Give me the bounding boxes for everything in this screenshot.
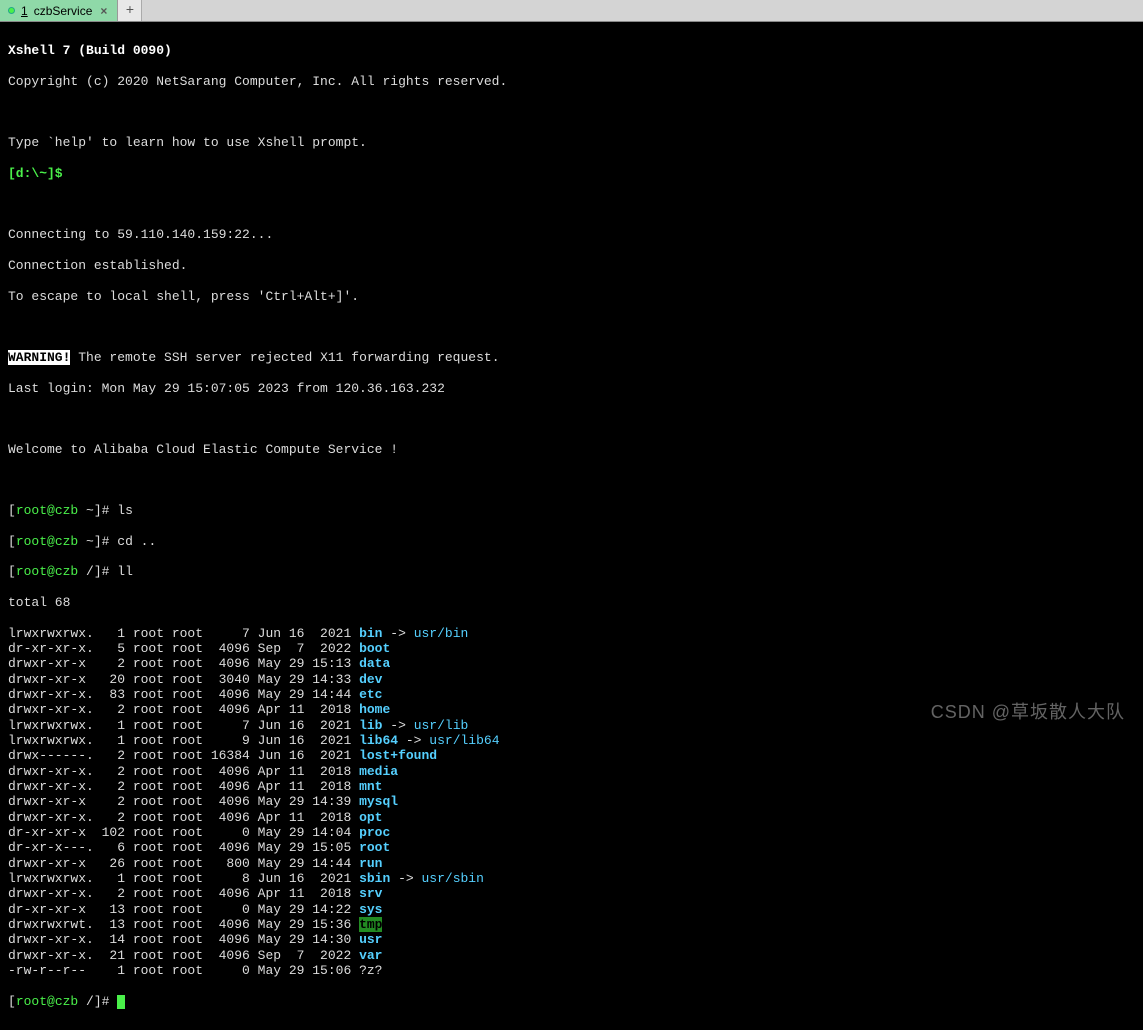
file-listing: lrwxrwxrwx. 1 root root 7 Jun 16 2021 bi… (8, 626, 1135, 979)
tab-number: 1 (21, 4, 28, 18)
list-item: lrwxrwxrwx. 1 root root 7 Jun 16 2021 bi… (8, 626, 1135, 641)
list-item: lrwxrwxrwx. 1 root root 8 Jun 16 2021 sb… (8, 871, 1135, 886)
list-item: drwxr-xr-x 26 root root 800 May 29 14:44… (8, 856, 1135, 871)
list-item: drwxr-xr-x 20 root root 3040 May 29 14:3… (8, 672, 1135, 687)
terminal-output[interactable]: Xshell 7 (Build 0090) Copyright (c) 2020… (0, 22, 1143, 1030)
plus-icon: + (126, 3, 134, 19)
list-item: drwxr-xr-x 2 root root 4096 May 29 15:13… (8, 656, 1135, 671)
warning-text: The remote SSH server rejected X11 forwa… (70, 350, 499, 365)
list-item: drwx------. 2 root root 16384 Jun 16 202… (8, 748, 1135, 763)
copyright-line: Copyright (c) 2020 NetSarang Computer, I… (8, 74, 1135, 89)
list-item: drwxr-xr-x 2 root root 4096 May 29 14:39… (8, 794, 1135, 809)
tab-session[interactable]: 1 czbService × (0, 0, 118, 21)
established-line: Connection established. (8, 258, 1135, 273)
prompt-line-2: [root@czb ~]# cd .. (8, 534, 1135, 549)
watermark-text: CSDN @草坂散人大队 (931, 698, 1125, 724)
warning-badge: WARNING! (8, 350, 70, 365)
prompt-line-4: [root@czb /]# (8, 994, 1135, 1009)
list-item: lrwxrwxrwx. 1 root root 9 Jun 16 2021 li… (8, 733, 1135, 748)
tab-bar: 1 czbService × + (0, 0, 1143, 22)
escape-line: To escape to local shell, press 'Ctrl+Al… (8, 289, 1135, 304)
ls-total: total 68 (8, 595, 1135, 610)
last-login-line: Last login: Mon May 29 15:07:05 2023 fro… (8, 381, 1135, 396)
prompt-line-3: [root@czb /]# ll (8, 564, 1135, 579)
list-item: dr-xr-xr-x 13 root root 0 May 29 14:22 s… (8, 902, 1135, 917)
list-item: drwxr-xr-x. 14 root root 4096 May 29 14:… (8, 932, 1135, 947)
list-item: dr-xr-xr-x. 5 root root 4096 Sep 7 2022 … (8, 641, 1135, 656)
list-item: drwxr-xr-x. 2 root root 4096 Apr 11 2018… (8, 886, 1135, 901)
list-item: drwxr-xr-x. 2 root root 4096 Apr 11 2018… (8, 764, 1135, 779)
cursor-icon (117, 995, 125, 1009)
list-item: dr-xr-x---. 6 root root 4096 May 29 15:0… (8, 840, 1135, 855)
list-item: drwxr-xr-x. 21 root root 4096 Sep 7 2022… (8, 948, 1135, 963)
list-item: drwxr-xr-x. 2 root root 4096 Apr 11 2018… (8, 779, 1135, 794)
status-dot-icon (8, 7, 15, 14)
help-line: Type `help' to learn how to use Xshell p… (8, 135, 1135, 150)
connecting-line: Connecting to 59.110.140.159:22... (8, 227, 1135, 242)
list-item: -rw-r--r-- 1 root root 0 May 29 15:06 ?z… (8, 963, 1135, 978)
list-item: drwxr-xr-x. 2 root root 4096 Apr 11 2018… (8, 810, 1135, 825)
add-tab-button[interactable]: + (118, 0, 142, 21)
version-line: Xshell 7 (Build 0090) (8, 43, 172, 58)
welcome-line: Welcome to Alibaba Cloud Elastic Compute… (8, 442, 1135, 457)
list-item: dr-xr-xr-x 102 root root 0 May 29 14:04 … (8, 825, 1135, 840)
tab-label: czbService (34, 4, 93, 18)
close-icon[interactable]: × (98, 4, 109, 18)
list-item: drwxrwxrwt. 13 root root 4096 May 29 15:… (8, 917, 1135, 932)
local-prompt: [d:\~]$ (8, 166, 63, 181)
prompt-line-1: [root@czb ~]# ls (8, 503, 1135, 518)
